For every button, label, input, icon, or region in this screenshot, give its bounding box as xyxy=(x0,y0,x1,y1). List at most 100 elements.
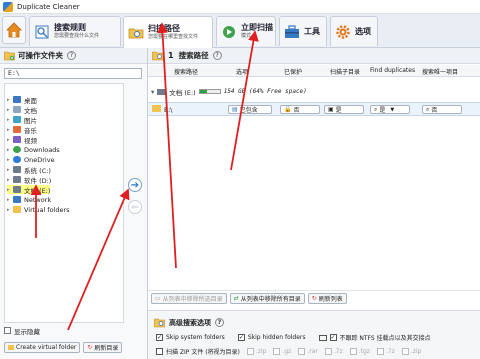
skip-system-label: Skip system folders xyxy=(166,334,225,341)
home-button[interactable] xyxy=(2,16,26,44)
ext-option[interactable]: .rar xyxy=(298,348,318,355)
network-icon xyxy=(13,196,21,203)
cloud-icon xyxy=(13,156,21,163)
folder-icon xyxy=(152,105,161,112)
col-options[interactable]: 选项 xyxy=(236,67,248,76)
ntfs-label: 不跟踪 NTFS 挂载点以及其交接点 xyxy=(339,335,431,342)
ext-option[interactable]: .7z xyxy=(324,348,343,355)
col-search-path[interactable]: 搜索路径 xyxy=(174,67,198,76)
ext-option[interactable]: .tgz xyxy=(349,348,370,355)
refresh-icon: ↻ xyxy=(311,295,317,302)
remove-from-scan-button[interactable]: ⇐ xyxy=(128,200,142,214)
tab-search-rules[interactable]: 搜索规则 您需要查找什么文件 xyxy=(29,16,121,46)
desktop-icon xyxy=(13,96,21,103)
included-dropdown[interactable]: ▤ 已包含 xyxy=(228,105,272,114)
column-headers: 搜索路径 选项 已保护 扫描子目录 Find duplicates 搜索唯一项目 xyxy=(148,65,480,77)
refresh-list-button[interactable]: ↻ 刷新列表 xyxy=(307,293,347,304)
advanced-options: 高级搜索选项 ? ✓ Skip system folders ✓ Skip hi… xyxy=(148,310,480,359)
skip-system-checkbox[interactable]: ✓ xyxy=(156,334,163,341)
tree-item-selected[interactable]: ▸ 文档 (E:) xyxy=(7,185,51,195)
drive-label: 文档 (E:) xyxy=(169,88,196,97)
drive-icon xyxy=(157,88,167,95)
folder-row[interactable]: E:\ ▤ 已包含 🔓 否 ▣ 是 ⌕ 是 ▼ ⌕ 否 xyxy=(148,102,480,116)
downloads-icon xyxy=(13,146,21,153)
transfer-buttons: ➔ ⇐ xyxy=(124,178,144,214)
tab-scan-now-title: 立即扫描 xyxy=(241,23,273,32)
tab-scan-now[interactable]: 立即扫描 模式 xyxy=(216,16,276,46)
app-logo-icon xyxy=(3,1,13,12)
scan-subdirs-toggle[interactable]: ▣ 是 xyxy=(324,105,364,114)
lock-icon: 🔓 xyxy=(284,106,292,113)
drive-info: 154 GB (64% Free space) xyxy=(223,88,307,95)
scan-paths-panel: 1 搜索路径 ? 搜索路径 选项 已保护 扫描子目录 Find duplicat… xyxy=(148,48,480,359)
tree-item[interactable]: ▸ 文档 xyxy=(7,105,37,115)
folder-icon xyxy=(8,345,14,350)
path-input[interactable]: E:\ xyxy=(4,68,142,79)
options-row-1: ✓ Skip system folders ✓ Skip hidden fold… xyxy=(156,333,431,342)
step-number: 1 xyxy=(168,51,174,60)
pictures-icon xyxy=(13,116,21,123)
tab-scan-path-title: 扫描路径 xyxy=(148,24,180,33)
col-find-duplicates[interactable]: Find duplicates xyxy=(370,67,415,74)
gear-icon xyxy=(334,23,352,41)
ntfs-icon xyxy=(318,334,327,341)
drive-usage-bar xyxy=(198,89,221,94)
drive-row[interactable]: ▾ 文档 (E:) 154 GB (64% Free space) xyxy=(148,86,480,97)
list-actions: ▭ 从列表中移除所选目录 ⇄ 从列表中移除所有目录 ↻ 刷新列表 xyxy=(151,293,347,305)
create-virtual-folder-button[interactable]: Create virtual folder xyxy=(4,342,81,353)
show-hidden-row[interactable]: 显示隐藏 xyxy=(4,325,144,336)
right-help-icon[interactable]: ? xyxy=(212,51,222,60)
tab-options[interactable]: 选项 xyxy=(330,16,378,46)
refresh-dirs-button[interactable]: ↻ 刷新目录 xyxy=(83,342,123,353)
ext-option[interactable]: .zip xyxy=(246,348,266,355)
window-title: Duplicate Cleaner xyxy=(17,2,80,11)
ext-option[interactable]: .gz xyxy=(273,348,291,355)
scan-path-list[interactable] xyxy=(148,118,480,291)
left-panel-title: 可操作文件夹 xyxy=(18,51,63,60)
options-row-2: 扫描 ZIP 文件 (将视为目录) .zip .gz .rar .7z .tgz… xyxy=(156,347,421,356)
tree-item[interactable]: ▸ 系统 (C:) xyxy=(7,165,51,175)
tab-scan-path[interactable]: 扫描路径 您需要在哪里查找文件 xyxy=(123,16,213,48)
tree-item[interactable]: ▸ 视频 xyxy=(7,135,37,145)
tree-item[interactable]: ▸ Virtual folders xyxy=(7,205,70,214)
tree-item[interactable]: ▸ 软件 (D:) xyxy=(7,175,51,185)
add-to-scan-button[interactable]: ➔ xyxy=(128,178,142,192)
tree-item[interactable]: ▸ OneDrive xyxy=(7,155,55,164)
refresh-icon: ↻ xyxy=(87,344,93,351)
drive-usage-fill xyxy=(199,90,207,93)
tree-item[interactable]: ▸ 桌面 xyxy=(7,95,37,105)
unique-items-toggle[interactable]: ⌕ 否 xyxy=(422,105,462,114)
ext-option[interactable]: .zip xyxy=(401,348,421,355)
ext-option[interactable]: .7z xyxy=(376,348,395,355)
show-hidden-checkbox[interactable] xyxy=(4,327,11,334)
folder-tree[interactable]: ▸ 桌面 ▸ 文档 ▸ 图片 ▸ 音乐 ▸ 视频 ▸ Downloads ▸ OneDrive… xyxy=(4,83,124,323)
tab-search-rules-subtitle: 您需要查找什么文件 xyxy=(54,33,100,39)
collapse-icon[interactable]: ▾ xyxy=(151,88,154,96)
search-icon: ⌕ xyxy=(426,105,430,113)
tab-search-rules-title: 搜索规则 xyxy=(54,23,86,32)
tree-item[interactable]: ▸ Network xyxy=(7,195,51,204)
skip-hidden-checkbox[interactable]: ✓ xyxy=(237,334,245,341)
tree-item[interactable]: ▸ 音乐 xyxy=(7,125,37,135)
tree-item[interactable]: ▸ 图片 xyxy=(7,115,37,125)
tree-item[interactable]: ▸ Downloads xyxy=(7,145,60,154)
protected-toggle[interactable]: 🔓 否 xyxy=(280,105,320,114)
find-duplicates-dropdown[interactable]: ⌕ 是 ▼ xyxy=(370,105,410,114)
advanced-options-title: 高级搜索选项 xyxy=(169,318,211,327)
advanced-help-icon[interactable]: ? xyxy=(215,318,224,327)
tab-scan-path-subtitle: 您需要在哪里查找文件 xyxy=(148,34,199,40)
col-unique-items[interactable]: 搜索唯一项目 xyxy=(422,67,458,76)
drive-icon xyxy=(13,186,21,193)
ntfs-checkbox[interactable]: ✓ xyxy=(329,334,337,341)
folder-path: E:\ xyxy=(164,106,173,114)
col-scan-subdirs[interactable]: 扫描子目录 xyxy=(330,67,360,76)
toolbox-icon xyxy=(283,23,301,41)
remove-selected-button[interactable]: ▭ 从列表中移除所选目录 xyxy=(151,293,227,304)
tab-tools[interactable]: 工具 xyxy=(279,16,327,46)
scan-zip-checkbox[interactable] xyxy=(156,348,163,355)
scan-now-icon xyxy=(220,23,238,41)
left-help-icon[interactable]: ? xyxy=(67,51,76,60)
remove-all-button[interactable]: ⇄ 从列表中移除所有目录 xyxy=(229,293,305,304)
col-protected[interactable]: 已保护 xyxy=(284,67,302,76)
included-icon: ▤ xyxy=(232,106,238,113)
